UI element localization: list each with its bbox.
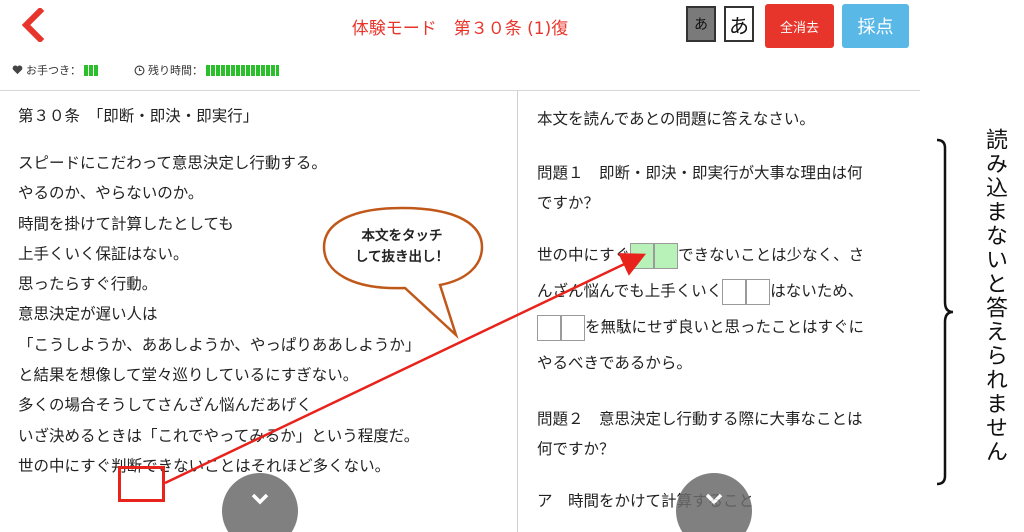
time-status: 残り時間： — [134, 62, 279, 78]
article-line[interactable]: と結果を想像して堂々巡りしているにすぎない。 — [18, 360, 508, 390]
answer-blank-3[interactable] — [537, 314, 585, 341]
article-line[interactable]: スピードにこだわって意思決定し行動する。 — [18, 148, 508, 178]
heart-icon — [12, 65, 23, 75]
font-size-large-button[interactable]: あ — [724, 6, 754, 42]
instruction-text: 本文を読んであとの問題に答えなさい。 — [537, 110, 815, 128]
answer-blank-2[interactable] — [722, 278, 771, 305]
article-line[interactable]: 多くの場合そうしてさんざん悩んだあげく — [18, 390, 508, 420]
chevron-down-icon — [251, 493, 269, 505]
time-label: 残り時間： — [148, 64, 203, 77]
question-pane: 本文を読んであとの問題に答えなさい。 問題１ 即断・即決・即実行が大事な理由は何… — [537, 104, 909, 516]
article-line[interactable]: やるのか、やらないのか。 — [18, 178, 508, 208]
answer-blank-1[interactable] — [630, 242, 679, 269]
hint-remaining-bar — [84, 64, 98, 76]
font-size-small-button[interactable]: あ — [686, 6, 716, 42]
side-bracket — [935, 138, 955, 486]
question-2-text-cont: 何ですか？ — [537, 440, 615, 458]
article-line[interactable]: 「こうしようか、ああしようか、やっぱりああしようか」 — [18, 330, 508, 360]
chevron-down-icon — [705, 493, 723, 505]
hint-status: お手つき： — [12, 62, 98, 78]
hint-label: お手つき： — [26, 64, 81, 77]
article-pane: 第３０条 「即断・即決・即実行」 スピードにこだわって意思決定し行動する。 やる… — [18, 104, 508, 481]
scroll-down-button-right[interactable] — [676, 473, 752, 532]
pane-divider — [517, 91, 518, 532]
answer-1-line-4: やるべきであるから。 — [537, 354, 692, 372]
time-remaining-bar — [206, 64, 279, 76]
selected-word-highlight — [118, 466, 165, 502]
article-line[interactable]: 意思決定が遅い人は — [18, 299, 508, 329]
article-line[interactable]: いざ決めるときは「これでやってみるか」という程度だ。 — [18, 421, 508, 451]
clear-all-button[interactable]: 全消去 — [765, 4, 834, 48]
callout-text: 本文をタッチ して抜き出し！ — [354, 228, 450, 265]
question-2-text: 問題２ 意思決定し行動する際に大事なことは — [537, 410, 863, 428]
score-button[interactable]: 採点 — [842, 4, 909, 48]
article-line[interactable]: 思ったらすぐ行動。 — [18, 269, 508, 299]
answer-1-line-3: を無駄にせず良いと思ったことはすぐに — [537, 312, 909, 342]
top-bar: 体験モード 第３０条 (1)復 あ あ 全消去 採点 お手つき： 残り時間： — [0, 0, 920, 91]
side-note: 読み込まないと答えられません — [982, 128, 1007, 464]
answer-1-line-1: 世の中にすぐ できないことは少なく、さ — [537, 240, 909, 270]
question-1-text: 問題１ 即断・即決・即実行が大事な理由は何 — [537, 164, 863, 182]
clock-icon — [134, 65, 145, 75]
article-title: 第３０条 「即断・即決・即実行」 — [18, 107, 259, 125]
answer-1-line-2: んざん悩んでも上手くいく はないため、 — [537, 276, 909, 306]
question-1-text-cont: ですか？ — [537, 194, 600, 212]
scroll-down-button-left[interactable] — [222, 473, 298, 532]
